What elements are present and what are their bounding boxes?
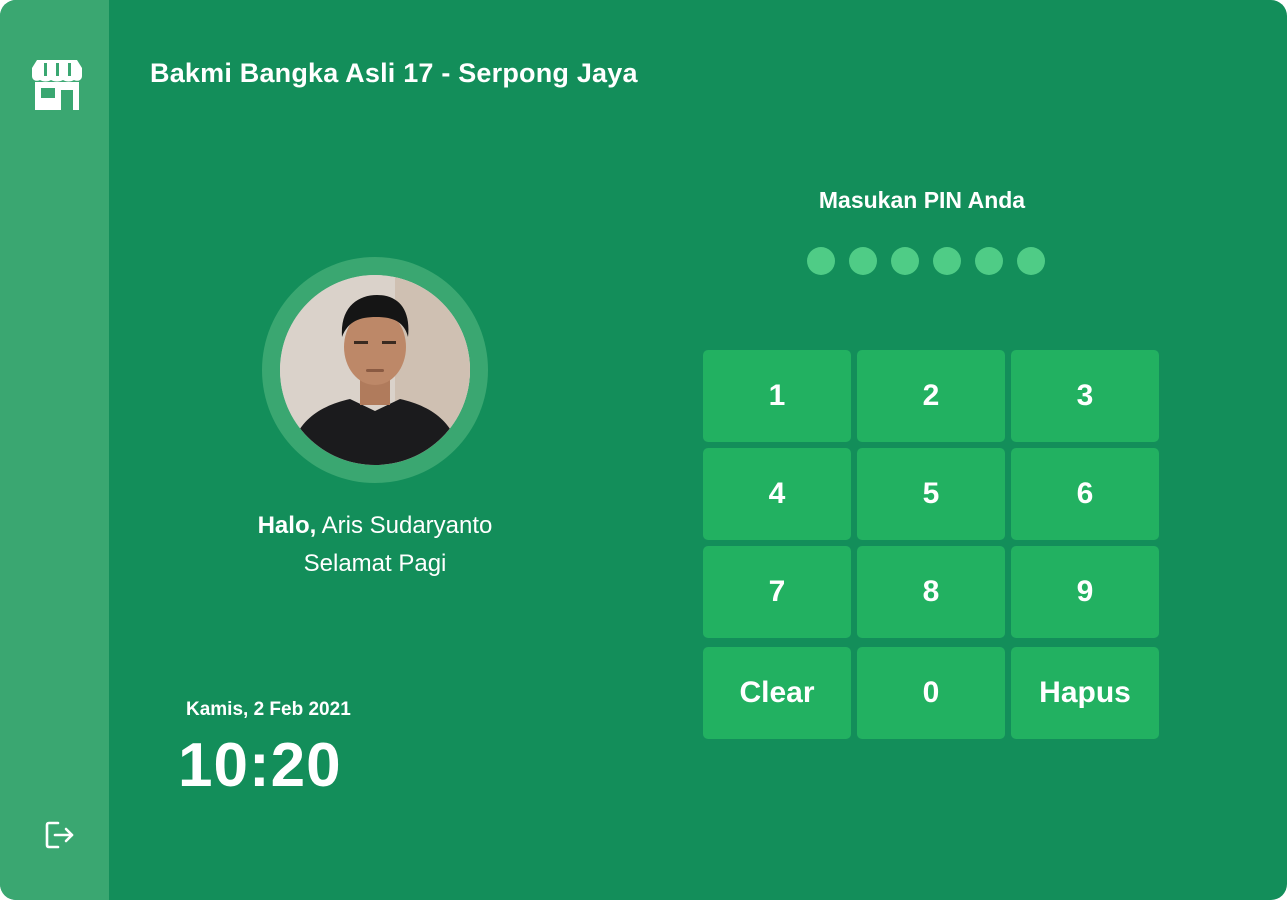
current-date: Kamis, 2 Feb 2021 <box>186 699 351 720</box>
pin-prompt: Masukan PIN Anda <box>818 187 1026 213</box>
user-name: Aris Sudaryanto <box>321 512 493 539</box>
pin-dot <box>849 247 877 275</box>
key-6[interactable]: 6 <box>1011 448 1159 540</box>
key-3[interactable]: 3 <box>1011 350 1159 442</box>
key-7[interactable]: 7 <box>703 546 851 638</box>
key-1[interactable]: 1 <box>703 350 851 442</box>
avatar-ring <box>262 257 488 483</box>
current-time: 10:20 <box>178 731 342 800</box>
key-9[interactable]: 9 <box>1011 546 1159 638</box>
store-icon <box>32 60 82 110</box>
pin-dot <box>1017 247 1045 275</box>
pin-dot <box>933 247 961 275</box>
pin-dot <box>975 247 1003 275</box>
key-delete[interactable]: Hapus <box>1011 647 1159 739</box>
pin-indicator <box>807 247 1045 275</box>
user-photo <box>280 275 470 465</box>
key-4[interactable]: 4 <box>703 448 851 540</box>
avatar <box>280 275 470 465</box>
pin-dot <box>807 247 835 275</box>
salutation: Selamat Pagi <box>303 550 447 577</box>
greeting: Halo, Aris Sudaryanto <box>195 512 555 540</box>
sidebar <box>0 0 109 900</box>
logout-icon[interactable] <box>44 820 76 850</box>
key-clear[interactable]: Clear <box>703 647 851 739</box>
greeting-prefix: Halo, <box>257 512 317 539</box>
pin-dot <box>891 247 919 275</box>
key-2[interactable]: 2 <box>857 350 1005 442</box>
store-title: Bakmi Bangka Asli 17 - Serpong Jaya <box>150 58 638 88</box>
key-5[interactable]: 5 <box>857 448 1005 540</box>
pin-login-screen: Bakmi Bangka Asli 17 - Serpong Jaya Halo… <box>0 0 1287 900</box>
key-8[interactable]: 8 <box>857 546 1005 638</box>
key-0[interactable]: 0 <box>857 647 1005 739</box>
